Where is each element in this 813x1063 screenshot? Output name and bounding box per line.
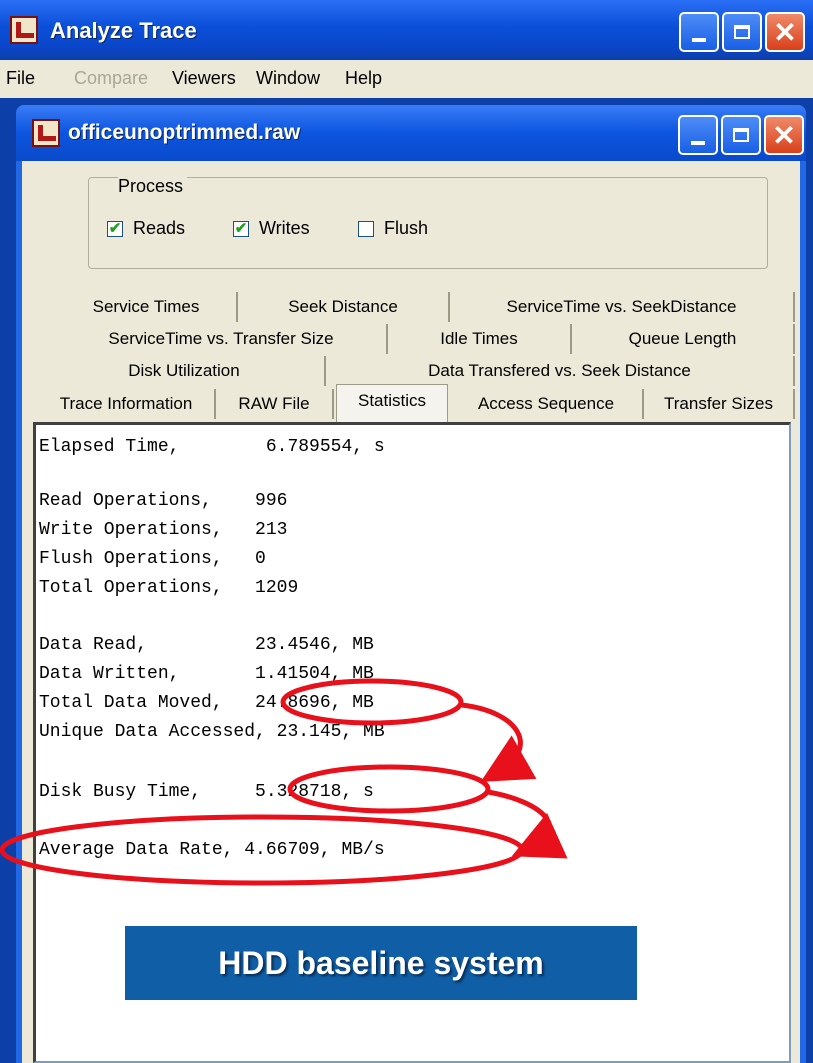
flush-checkbox[interactable]: Flush	[358, 218, 428, 239]
checkbox-checked-icon: ✔	[233, 220, 249, 237]
tab-servicetime-vs-seekdistance[interactable]: ServiceTime vs. SeekDistance	[450, 292, 795, 322]
outer-title-bar[interactable]: Analyze Trace ✕	[0, 0, 813, 60]
maximize-icon[interactable]	[722, 12, 762, 52]
outer-window-title: Analyze Trace	[50, 18, 197, 43]
stat-line: Data Written, 1.41504, MB	[39, 664, 374, 684]
menu-compare: Compare	[74, 68, 149, 88]
process-legend: Process	[118, 176, 188, 197]
stat-line: Unique Data Accessed, 23.145, MB	[39, 722, 385, 742]
checkbox-unchecked-icon	[358, 220, 374, 237]
tab-access-sequence[interactable]: Access Sequence	[450, 389, 644, 419]
hdd-baseline-label: HDD baseline system	[125, 926, 637, 1000]
menu-bar: File Compare Viewers Window Help	[0, 60, 813, 98]
inner-window-title: officeunoptrimmed.raw	[68, 121, 301, 144]
tab-transfer-sizes[interactable]: Transfer Sizes	[644, 389, 795, 419]
stat-line: Data Read, 23.4546, MB	[39, 635, 374, 655]
menu-viewers[interactable]: Viewers	[172, 68, 236, 89]
inner-maximize-icon[interactable]	[721, 115, 761, 155]
tab-trace-information[interactable]: Trace Information	[38, 389, 216, 419]
tab-data-transfered-vs-seek-distance[interactable]: Data Transfered vs. Seek Distance	[326, 356, 795, 386]
stat-line: Total Operations, 1209	[39, 578, 299, 598]
app-chart-icon	[10, 16, 38, 44]
reads-checkbox[interactable]: ✔ Reads	[107, 218, 185, 239]
writes-label: Writes	[259, 218, 310, 238]
close-icon[interactable]: ✕	[765, 12, 805, 52]
stat-line: Disk Busy Time, 5.328718, s	[39, 782, 374, 802]
menu-help[interactable]: Help	[345, 68, 382, 89]
tab-seek-distance[interactable]: Seek Distance	[238, 292, 450, 322]
tab-statistics[interactable]: Statistics	[336, 384, 448, 422]
tab-disk-utilization[interactable]: Disk Utilization	[44, 356, 326, 386]
inner-title-bar[interactable]: officeunoptrimmed.raw ✕	[16, 105, 806, 161]
inner-minimize-icon[interactable]	[678, 115, 718, 155]
stat-line: Flush Operations, 0	[39, 549, 266, 569]
flush-label: Flush	[384, 218, 429, 238]
stat-line: Write Operations, 213	[39, 520, 288, 540]
tab-servicetime-vs-transfer-size[interactable]: ServiceTime vs. Transfer Size	[56, 324, 388, 354]
stat-line: Average Data Rate, 4.66709, MB/s	[39, 840, 385, 860]
checkbox-checked-icon: ✔	[107, 220, 123, 237]
tab-raw-file[interactable]: RAW File	[216, 389, 334, 419]
tab-service-times[interactable]: Service Times	[56, 292, 238, 322]
reads-label: Reads	[133, 218, 186, 238]
inner-close-icon[interactable]: ✕	[764, 115, 804, 155]
minimize-icon[interactable]	[679, 12, 719, 52]
menu-window[interactable]: Window	[256, 68, 320, 89]
tab-idle-times[interactable]: Idle Times	[388, 324, 572, 354]
stat-line: Elapsed Time, 6.789554, s	[39, 437, 385, 457]
document-chart-icon	[32, 119, 60, 147]
writes-checkbox[interactable]: ✔ Writes	[233, 218, 310, 239]
menu-file[interactable]: File	[6, 68, 35, 89]
stat-line: Total Data Moved, 24.8696, MB	[39, 693, 374, 713]
stat-line: Read Operations, 996	[39, 491, 288, 511]
tab-queue-length[interactable]: Queue Length	[572, 324, 795, 354]
